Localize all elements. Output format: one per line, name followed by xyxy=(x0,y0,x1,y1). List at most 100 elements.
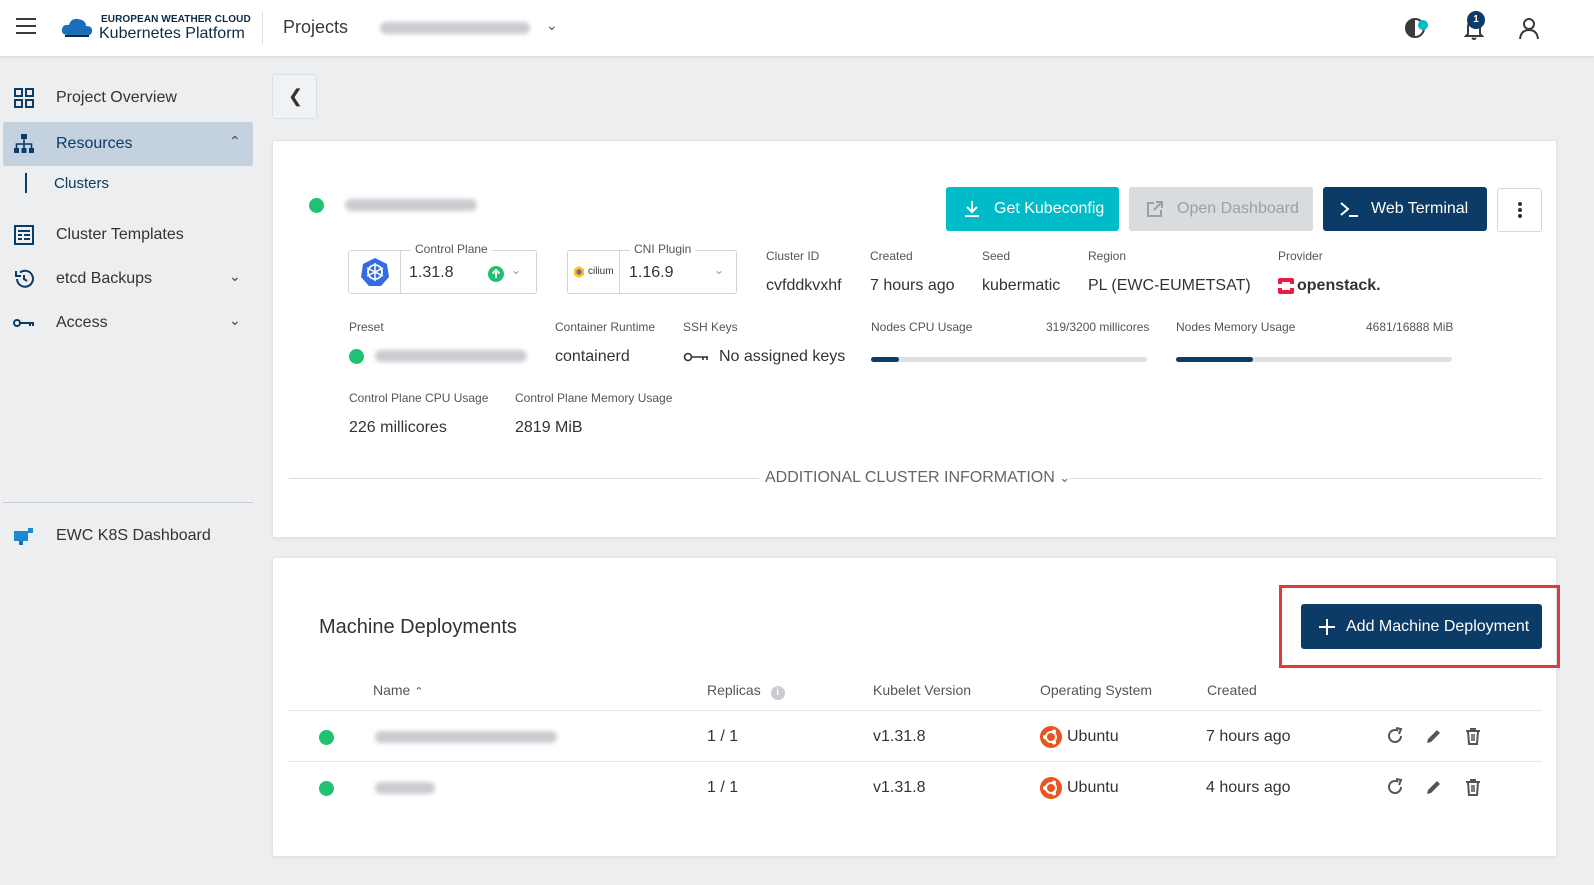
brand-top-text: EUROPEAN WEATHER CLOUD xyxy=(101,14,251,25)
restart-icon[interactable] xyxy=(1385,777,1405,797)
column-header-created: Created xyxy=(1207,682,1257,698)
sidebar-item-etcd-backups[interactable]: etcd Backups ⌄ xyxy=(3,257,253,301)
cni-plugin-label: CNI Plugin xyxy=(630,242,696,256)
replicas-value: 1 / 1 xyxy=(707,779,739,796)
info-icon[interactable]: i xyxy=(770,686,785,700)
column-header-os: Operating System xyxy=(1040,682,1153,698)
created-label: Created xyxy=(870,249,913,263)
kubelet-value: v1.31.8 xyxy=(873,728,926,745)
get-kubeconfig-button[interactable]: Get Kubeconfig xyxy=(946,187,1119,231)
plus-icon xyxy=(1319,618,1335,635)
upgrade-available-icon[interactable] xyxy=(488,266,504,282)
cilium-icon xyxy=(574,266,584,278)
sidebar-item-project-overview[interactable]: Project Overview xyxy=(3,76,253,120)
chevron-down-icon: ⌄ xyxy=(229,268,241,284)
sidebar-item-access[interactable]: Access ⌄ xyxy=(3,301,253,345)
restart-icon[interactable] xyxy=(1385,726,1405,746)
nodes-memory-progress xyxy=(1176,357,1452,362)
cp-cpu-label: Control Plane CPU Usage xyxy=(349,391,489,405)
kubernetes-icon xyxy=(361,258,389,286)
ubuntu-icon xyxy=(1040,726,1062,748)
provider-value: openstack. xyxy=(1297,277,1381,294)
cni-plugin-version-select[interactable]: CNI Plugin cilium 1.16.9 ⌄ xyxy=(567,242,737,294)
menu-icon[interactable] xyxy=(16,18,36,34)
add-machine-deployment-button[interactable]: Add Machine Deployment xyxy=(1301,604,1542,649)
sidebar-item-resources[interactable]: Resources ⌃ xyxy=(3,122,253,166)
edit-icon[interactable] xyxy=(1424,777,1444,797)
created-value: 7 hours ago xyxy=(1206,728,1291,745)
sidebar-subitem-clusters[interactable]: Clusters xyxy=(25,168,245,198)
divider xyxy=(289,478,759,479)
download-icon xyxy=(965,201,979,217)
toggle-label: ADDITIONAL CLUSTER INFORMATION xyxy=(765,469,1055,486)
container-runtime-value: containerd xyxy=(555,348,630,365)
cp-memory-value: 2819 MiB xyxy=(515,419,583,436)
sidebar-item-cluster-templates[interactable]: Cluster Templates xyxy=(3,213,253,257)
sort-ascending-icon: ⌃ xyxy=(414,686,424,698)
nodes-cpu-label: Nodes CPU Usage xyxy=(871,320,973,334)
sidebar-item-label: Resources xyxy=(56,135,133,152)
button-label: Open Dashboard xyxy=(1177,200,1299,217)
preset-status-dot xyxy=(349,349,364,364)
active-indicator xyxy=(25,173,27,193)
preset-name-redacted xyxy=(375,350,527,362)
ubuntu-icon xyxy=(1040,777,1062,799)
brand-bottom-text: Kubernetes Platform xyxy=(99,25,245,42)
row-name-redacted xyxy=(375,782,435,794)
column-header-replicas: Replicas i xyxy=(707,682,785,700)
os-value: Ubuntu xyxy=(1067,779,1119,796)
project-selector[interactable]: ⌄ xyxy=(380,17,560,39)
external-link-icon xyxy=(1147,201,1163,217)
nodes-memory-progress-fill xyxy=(1176,357,1254,362)
edit-icon[interactable] xyxy=(1424,726,1444,746)
control-plane-label: Control Plane xyxy=(411,242,492,256)
nodes-cpu-value: 319/3200 millicores xyxy=(1046,320,1150,334)
container-runtime-label: Container Runtime xyxy=(555,320,656,334)
chevron-down-icon: ⌄ xyxy=(511,263,522,277)
additional-cluster-info-toggle[interactable]: ADDITIONAL CLUSTER INFORMATION ⌄ xyxy=(765,469,1070,487)
notification-badge: 1 xyxy=(1467,11,1485,29)
user-icon[interactable] xyxy=(1515,14,1543,42)
dashboard-logo-icon xyxy=(14,528,33,545)
cp-memory-label: Control Plane Memory Usage xyxy=(515,391,673,405)
button-label: Add Machine Deployment xyxy=(1346,617,1530,635)
more-options-button[interactable] xyxy=(1497,188,1542,232)
control-plane-version-select[interactable]: Control Plane 1.31.8 ⌄ xyxy=(348,242,537,294)
seed-value: kubermatic xyxy=(982,277,1061,294)
open-dashboard-button[interactable]: Open Dashboard xyxy=(1129,187,1313,231)
sidebar-item-label: etcd Backups xyxy=(56,270,153,287)
ssh-keys-label: SSH Keys xyxy=(683,320,738,334)
hierarchy-icon xyxy=(14,134,34,153)
created-value: 4 hours ago xyxy=(1206,779,1291,796)
sidebar-item-label: Cluster Templates xyxy=(56,226,184,243)
kubelet-value: v1.31.8 xyxy=(873,779,926,796)
column-header-name[interactable]: Name ⌃ xyxy=(373,682,423,698)
projects-link[interactable]: Projects xyxy=(283,17,348,38)
column-label: Replicas xyxy=(707,682,761,698)
delete-icon[interactable] xyxy=(1463,726,1483,746)
cluster-status-dot xyxy=(309,198,324,213)
table-row[interactable]: 1 / 1 v1.31.8 Ubuntu 7 hours ago xyxy=(289,711,1542,761)
divider xyxy=(262,12,263,44)
back-button[interactable]: ❮ xyxy=(272,74,317,119)
nodes-cpu-progress-fill xyxy=(871,357,899,362)
key-icon xyxy=(13,319,34,327)
chevron-left-icon: ❮ xyxy=(288,86,304,106)
cp-cpu-value: 226 millicores xyxy=(349,419,447,436)
control-plane-version: 1.31.8 xyxy=(409,264,454,281)
grid-icon xyxy=(14,88,34,108)
cilium-logo-text: cilium xyxy=(588,266,614,277)
sidebar-item-ewc-dashboard[interactable]: EWC K8S Dashboard xyxy=(3,514,253,558)
cluster-card: Get Kubeconfig Open Dashboard Web Termin… xyxy=(272,140,1557,538)
replicas-value: 1 / 1 xyxy=(707,728,739,745)
delete-icon[interactable] xyxy=(1463,777,1483,797)
openstack-logo-icon xyxy=(1278,278,1294,294)
row-status-dot xyxy=(319,730,334,745)
cilium-logo: cilium xyxy=(568,251,620,293)
chevron-down-icon: ⌄ xyxy=(546,17,558,33)
theme-toggle-icon[interactable] xyxy=(1403,14,1431,42)
button-label: Web Terminal xyxy=(1371,200,1469,217)
ssh-keys-value: No assigned keys xyxy=(719,348,846,365)
table-row[interactable]: 1 / 1 v1.31.8 Ubuntu 4 hours ago xyxy=(289,762,1542,812)
web-terminal-button[interactable]: Web Terminal xyxy=(1323,187,1487,231)
